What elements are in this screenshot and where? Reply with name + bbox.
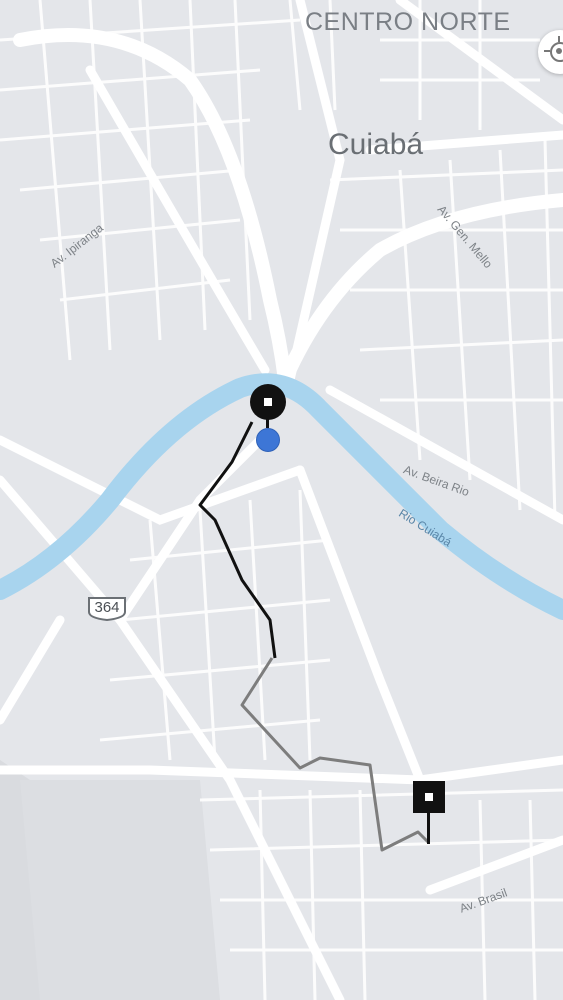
map-view[interactable]: CENTRO NORTE Cuiabá Av. Ipiranga Av. Gen…: [0, 0, 563, 1000]
dropoff-pin-stem: [427, 812, 430, 844]
city-label: Cuiabá: [328, 128, 424, 161]
pickup-pin-stem: [266, 418, 269, 428]
current-location-dot-icon: [256, 428, 280, 452]
map-canvas[interactable]: [0, 0, 563, 1000]
pickup-pin-icon[interactable]: [250, 384, 286, 420]
dropoff-square-icon[interactable]: [413, 781, 445, 813]
highway-shield-number: 364: [94, 599, 120, 616]
district-label: CENTRO NORTE: [305, 8, 511, 36]
highway-shield-icon: 364: [86, 596, 128, 622]
